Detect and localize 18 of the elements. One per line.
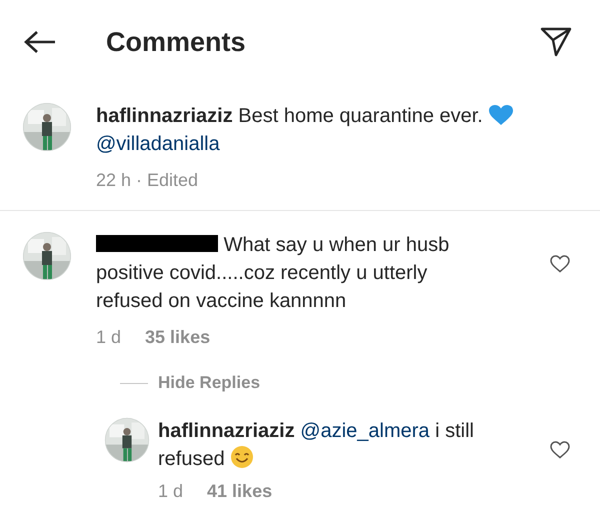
mention-link[interactable]: @villadanialla — [96, 133, 220, 155]
mention-link[interactable]: @azie_almera — [300, 420, 430, 442]
comment-username[interactable]: haflinnazriaziz — [158, 420, 295, 442]
heart-emoji-icon — [488, 104, 514, 126]
comment-text: What say u when ur husb positive covid.....coz recently u utterly refused on vaccine kannnnn — [96, 234, 450, 312]
page-title: Comments — [106, 26, 247, 58]
smiling-face-icon — [230, 445, 254, 469]
comment-text: refused — [158, 448, 225, 470]
comment-time: 1 d — [96, 326, 122, 349]
like-heart-icon[interactable] — [550, 441, 570, 459]
back-arrow-icon[interactable] — [24, 30, 56, 54]
send-icon[interactable] — [540, 27, 572, 57]
comment-text: i still — [435, 420, 474, 442]
like-heart-icon[interactable] — [550, 255, 570, 273]
comment-text: Best home quarantine ever. — [238, 105, 483, 127]
comment-time: 1 d — [158, 480, 184, 503]
comment-time: 22 h · Edited — [96, 169, 198, 192]
comment-username[interactable]: haflinnazriaziz — [96, 105, 233, 127]
